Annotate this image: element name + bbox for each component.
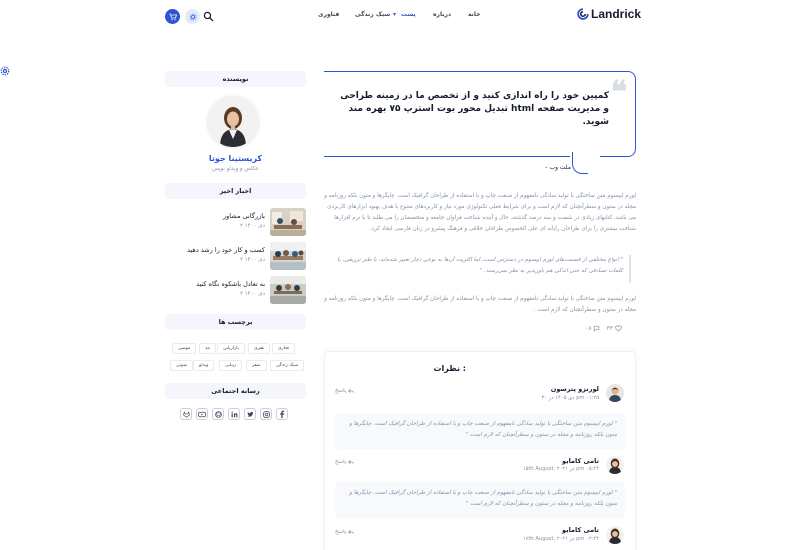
tags-header: برچسب ها (165, 314, 306, 330)
news-date: ۲ دی ۱۴۰۰ (239, 223, 265, 229)
comment-text: " لورم ایپسوم متن ساختگی با تولید سادگی … (335, 482, 625, 518)
nav-about[interactable]: درباره (433, 11, 451, 18)
top-navbar: فناوری سبک زندگی ▾ پست درباره خانه Landr… (0, 0, 800, 32)
author-header: نویسنده (165, 71, 306, 87)
reply-label: پاسخ (335, 529, 347, 535)
news-item[interactable]: به تعادل باشکوه نگاه کنید ۲ دی ۱۴۰۰ (165, 276, 306, 306)
author-name[interactable]: کریستینا جوتا (165, 154, 306, 163)
news-date: ۲ دی ۱۴۰۰ (239, 291, 265, 297)
avatar (208, 97, 258, 147)
reply-icon (348, 529, 355, 535)
nav-tech[interactable]: فناوری (318, 11, 339, 18)
gitlab-icon (182, 411, 190, 418)
comment-avatar (606, 456, 624, 474)
brand-logo[interactable]: Landrick (577, 7, 641, 21)
article-paragraph: لورم ایپسوم متن ساختگی با تولید سادگی نا… (324, 296, 636, 313)
tag[interactable]: بازاریابی (217, 343, 245, 354)
facebook-icon (280, 410, 285, 418)
brand-name: Landrick (591, 7, 642, 21)
cart-icon (169, 13, 177, 20)
twitter-icon (246, 411, 253, 417)
comment-date: ۱۷th August, ۲۰۲۱ در pm ۰۳:۴۴ (522, 536, 599, 542)
gear-icon (189, 13, 196, 20)
tag[interactable]: مد (199, 343, 216, 354)
news-title[interactable]: به تعادل باشکوه نگاه کنید (196, 280, 265, 288)
reply-button[interactable]: پاسخ (335, 529, 355, 535)
instagram-icon (262, 410, 270, 418)
youtube-button[interactable] (196, 408, 208, 420)
gitlab-button[interactable] (180, 408, 192, 420)
youtube-icon (198, 411, 206, 417)
linkedin-icon (231, 411, 237, 417)
post-stats: ۰۸ ۳۳ (585, 325, 622, 332)
settings-button[interactable] (185, 9, 200, 24)
nav-home[interactable]: خانه (468, 11, 480, 18)
chevron-down-icon: ▾ (393, 11, 397, 18)
comment-avatar (606, 384, 624, 402)
comment-text: " لورم ایپسوم متن ساختگی با تولید سادگی … (335, 413, 625, 449)
quote-text: کمپین خود را راه اندازی کنید و از تخصص م… (340, 91, 609, 127)
comment-author[interactable]: لورنزو پترسون (551, 385, 599, 393)
quote-icon: ❝ (610, 75, 627, 110)
linkedin-button[interactable] (228, 408, 240, 420)
news-item[interactable]: کسب و کار خود را رشد دهید ۲ دی ۱۴۰۰ (165, 242, 306, 272)
reply-label: پاسخ (335, 459, 347, 465)
reply-icon (348, 459, 355, 465)
quote-tail (572, 152, 588, 174)
tag[interactable]: ویدئو (193, 360, 215, 371)
news-thumbnail (270, 276, 306, 304)
news-thumbnail (270, 242, 306, 270)
news-header: اخبار اخیر (165, 183, 306, 199)
comments-card (324, 351, 636, 550)
news-title[interactable]: کسب و کار خود را رشد دهید (187, 246, 265, 254)
reply-button[interactable]: پاسخ (335, 459, 355, 465)
news-title[interactable]: بازرگانی مشاور (223, 212, 265, 220)
twitter-button[interactable] (244, 408, 256, 420)
article-paragraph: لورم ایپسوم متن ساختگی با تولید سادگی نا… (324, 193, 636, 232)
comment-author[interactable]: تامی کامایو (562, 526, 599, 534)
reply-button[interactable]: پاسخ (335, 388, 355, 394)
gear-icon[interactable] (0, 66, 10, 76)
nav-post[interactable]: پست (401, 11, 416, 18)
search-icon[interactable] (203, 11, 214, 22)
comment-date: ۱۵th August, ۲۰۲۱ در pm ۰۵:۴۴ (522, 466, 599, 472)
tag[interactable]: تجاری (272, 343, 296, 354)
github-icon (214, 410, 222, 418)
tag[interactable]: هنری (248, 343, 270, 354)
comment-author[interactable]: تامی کامایو (562, 457, 599, 465)
news-date: ۲ دی ۱۴۰۰ (239, 257, 265, 263)
author-role: عکاس و ویدئو نویس (212, 166, 259, 172)
tag[interactable]: صوتی (170, 360, 194, 371)
article-blockquote: " انواع مختلفی از قسمت‌های لورم ایپسوم د… (335, 255, 631, 283)
quote-card: ❝ کمپین خود را راه اندازی کنید و از تخصص… (324, 71, 636, 157)
tag[interactable]: سبک زندگی (270, 360, 305, 371)
reply-label: پاسخ (335, 388, 347, 394)
comment-icon (594, 325, 600, 332)
logo-icon (577, 8, 589, 20)
news-thumbnail (270, 208, 306, 236)
social-header: رسانه اجتماعی (165, 383, 306, 399)
instagram-button[interactable] (260, 408, 272, 420)
comment-count[interactable]: ۰۸ (585, 325, 600, 332)
news-item[interactable]: بازرگانی مشاور ۲ دی ۱۴۰۰ (165, 208, 306, 238)
cart-button[interactable] (165, 9, 180, 24)
facebook-button[interactable] (276, 408, 288, 420)
like-count[interactable]: ۳۳ (606, 325, 622, 332)
comment-avatar (606, 526, 624, 544)
github-button[interactable] (212, 408, 224, 420)
tag[interactable]: زیبایی (219, 360, 243, 371)
comment-date: ۳۰ دی ۱۴۰۵ در pm ۰۱:۲۵ (541, 395, 599, 401)
tag[interactable]: موسی (172, 343, 197, 354)
reply-icon (348, 388, 355, 394)
tag[interactable]: سفر (246, 360, 267, 371)
comments-title: نظرات : (433, 364, 466, 373)
nav-lifestyle[interactable]: سبک زندگی (355, 11, 390, 18)
heart-icon (615, 325, 622, 332)
comment-count-value: ۰۸ (585, 325, 592, 332)
quote-source: - ملت وب (545, 164, 571, 171)
like-count-value: ۳۳ (606, 325, 613, 332)
